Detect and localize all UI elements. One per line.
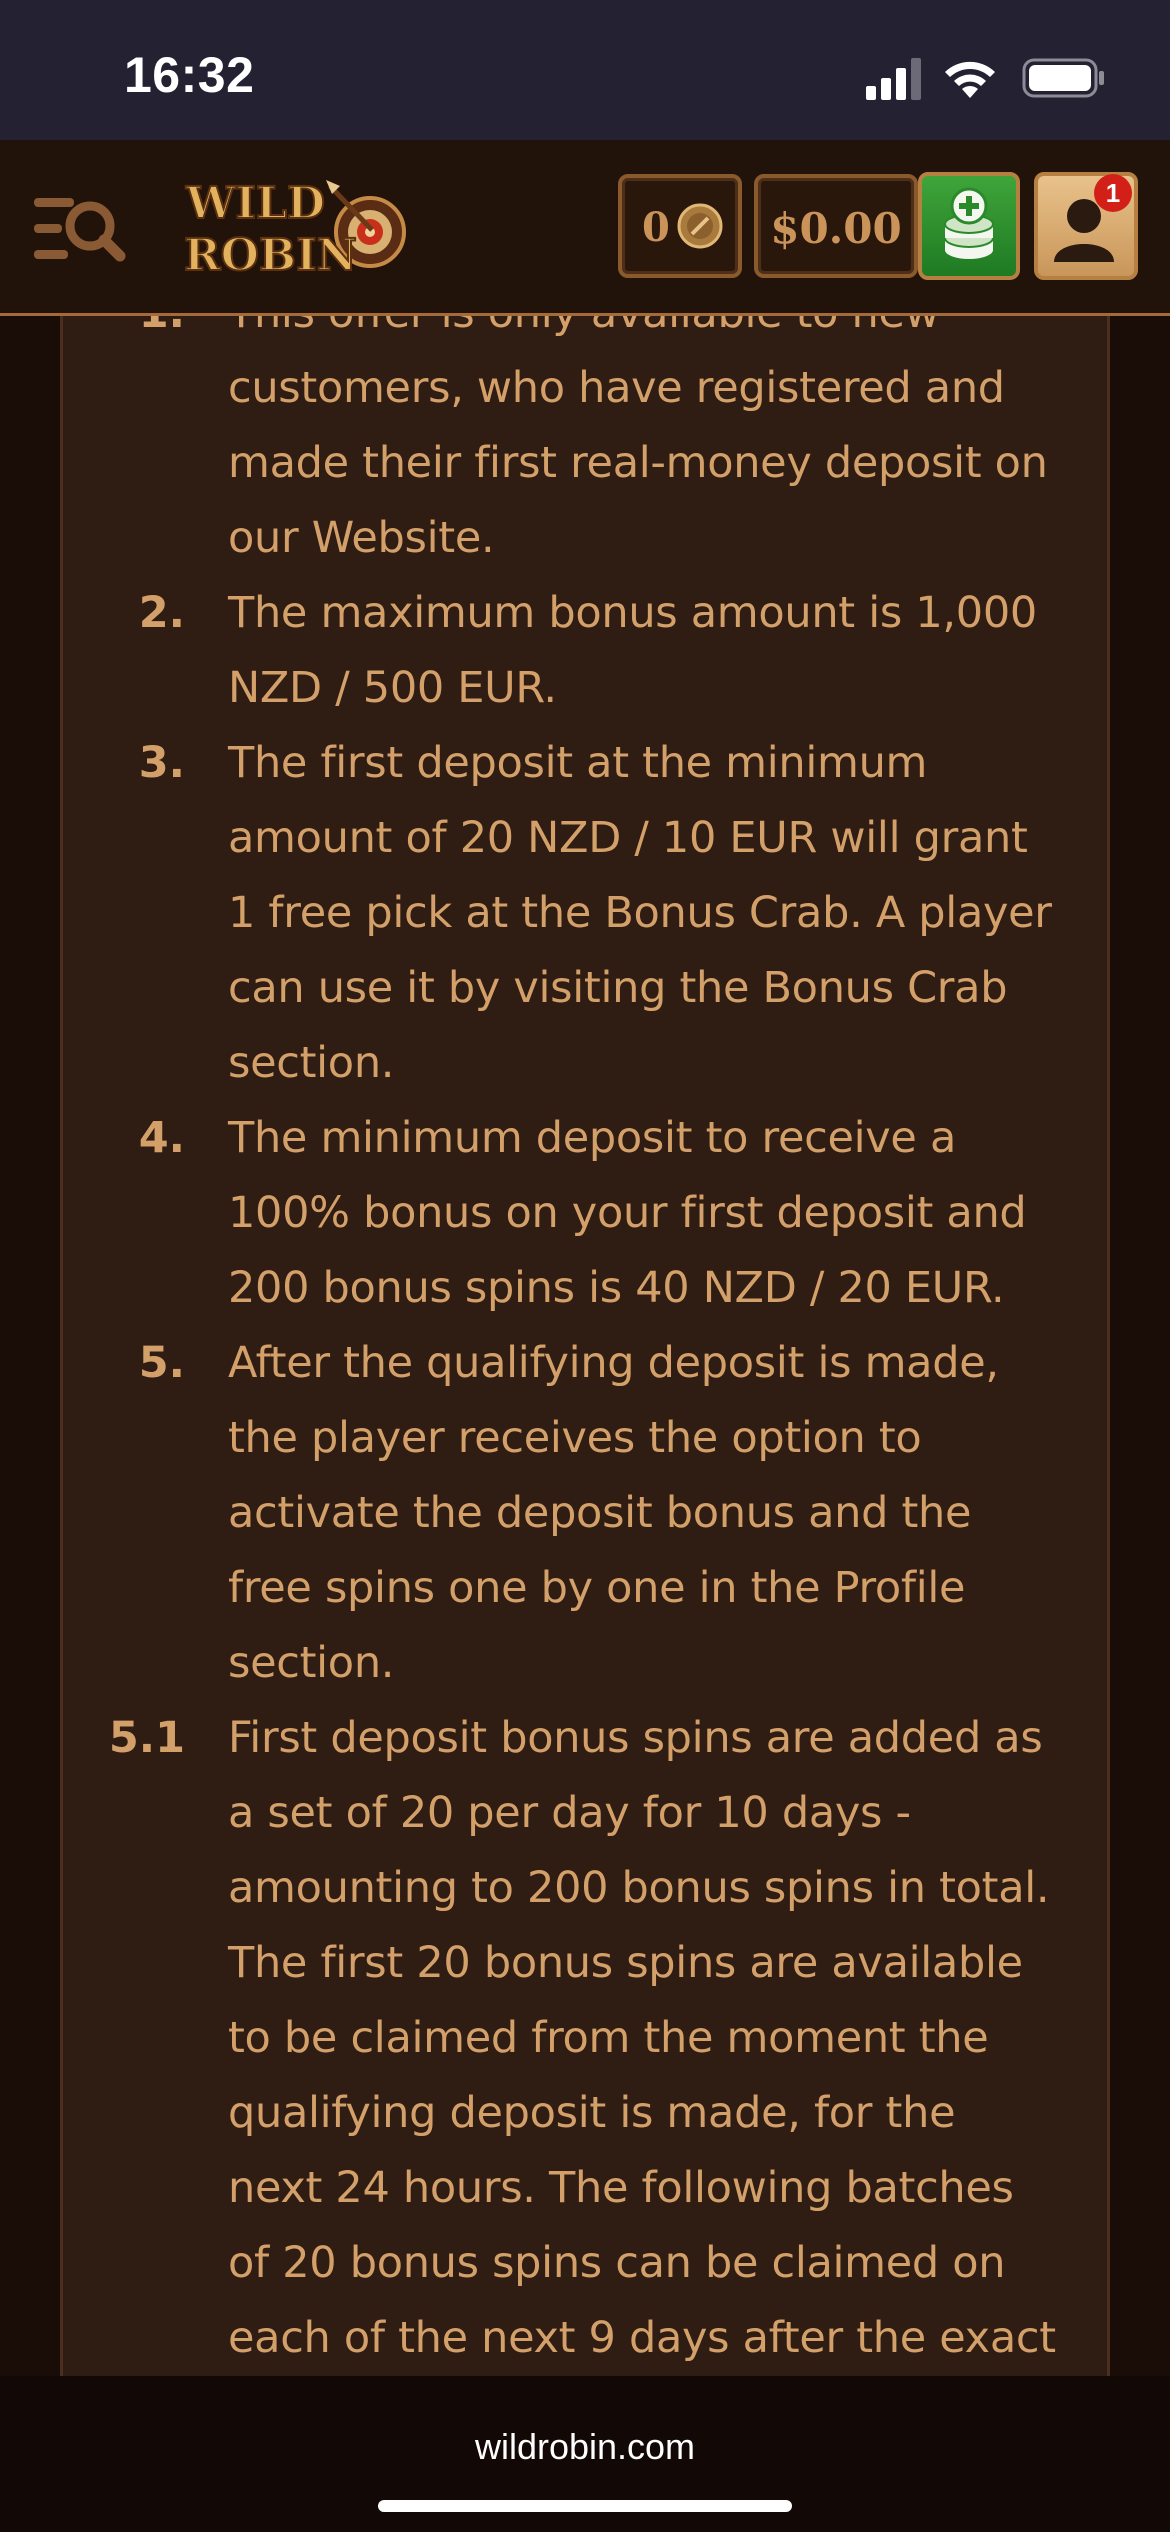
term-number: 4. [138,1113,185,1163]
cellular-signal-icon [866,58,921,100]
term-text: This offer is only available to new cust… [228,316,1048,563]
notification-badge: 1 [1094,174,1132,212]
term-number: 1. [63,316,185,351]
term-number: 3. [138,738,185,788]
url-text[interactable]: wildrobin.com [0,2426,1170,2468]
term-item: 1. This offer is only available to new cu… [63,316,1107,576]
term-item: 5.1 First deposit bonus spins are added a… [63,1701,1107,2376]
logo-text-robin: ROBIN [184,230,357,281]
term-number: 5. [138,1338,185,1388]
coin-balance[interactable]: 0 [618,174,742,278]
term-text: The first deposit at the minimum amount … [228,738,1052,1088]
coin-icon [677,203,723,249]
term-text: The maximum bonus amount is 1,000 NZD / … [228,588,1037,713]
term-number: 5.1 [108,1713,185,1763]
balance-amount: $0.00 [770,204,902,253]
logo-text-wild: WILD [185,178,325,229]
term-item: 4. The minimum deposit to receive a 100% … [63,1101,1107,1326]
money-stack-add-icon [944,187,994,259]
terms-list: 1. This offer is only available to new cu… [63,316,1107,2376]
browser-url-bar[interactable]: wildrobin.com [0,2376,1170,2532]
menu-search-icon [34,198,126,262]
cash-balance[interactable]: $0.00 [754,174,918,278]
term-number: 2. [138,588,185,638]
wifi-icon [945,61,995,98]
term-text: First deposit bonus spins are added as a… [228,1713,1056,2363]
coin-count: 0 [642,204,670,251]
term-text: After the qualifying deposit is made, th… [228,1338,999,1688]
term-text: The minimum deposit to receive a 100% bo… [228,1113,1027,1313]
menu-search-button[interactable] [28,186,128,276]
term-item: 3. The first deposit at the minimum amoun… [63,726,1107,1101]
deposit-button[interactable] [918,172,1020,280]
site-header: WILD ROBIN 0 $0.00 1 [0,140,1170,316]
term-item: 5. After the qualifying deposit is made, … [63,1326,1107,1701]
battery-icon [1022,58,1104,98]
profile-button[interactable]: 1 [1034,172,1138,280]
status-bar: 16:32 [0,0,1170,140]
terms-panel: 1. This offer is only available to new cu… [60,316,1110,2376]
home-indicator[interactable] [378,2500,792,2512]
wild-robin-logo[interactable]: WILD ROBIN [180,166,420,288]
status-time: 16:32 [124,47,255,103]
term-item: 2. The maximum bonus amount is 1,000 NZD … [63,576,1107,726]
